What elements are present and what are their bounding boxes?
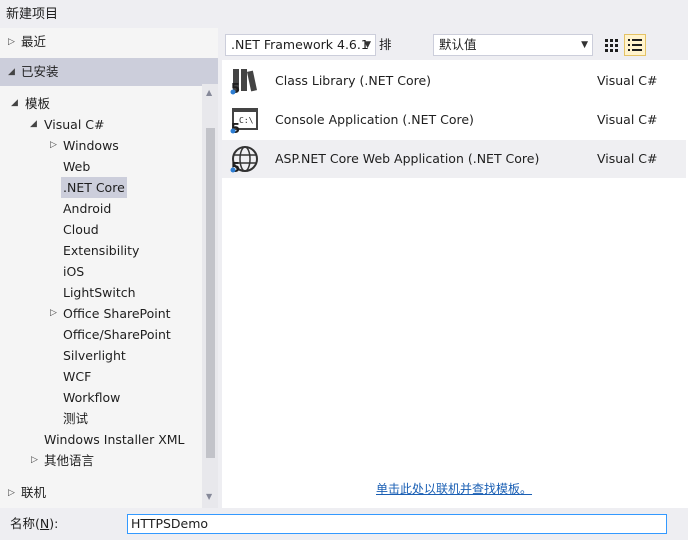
web-app-globe-icon: 5 — [230, 146, 258, 173]
collapse-arrow-icon: ◢ — [11, 98, 18, 108]
tree-item-android[interactable]: Android — [63, 198, 111, 219]
grid-view-button[interactable] — [600, 34, 622, 56]
template-tree: ◢ 模板 ◢ Visual C# ▷ Windows Web .NET Core… — [0, 88, 202, 506]
sort-value: 默认值 — [439, 37, 477, 52]
list-view-icon — [628, 39, 642, 51]
expand-arrow-icon: ▷ — [8, 37, 15, 47]
chevron-down-icon: ▼ — [364, 40, 371, 50]
tree-label: Windows — [63, 138, 119, 153]
framework-value: .NET Framework 4.6.1 — [231, 37, 369, 52]
tree-item-workflow[interactable]: Workflow — [63, 387, 120, 408]
framework-dropdown[interactable]: .NET Framework 4.6.1 ▼ — [225, 34, 376, 56]
scroll-up-icon[interactable]: ▲ — [206, 88, 212, 97]
tree-item-cloud[interactable]: Cloud — [63, 219, 99, 240]
collapse-arrow-icon: ◢ — [8, 67, 15, 77]
template-name: Class Library (.NET Core) — [275, 73, 432, 88]
template-language: Visual C# — [597, 112, 658, 127]
left-pane: ▷ 最近 ◢ 已安装 ◢ 模板 ◢ Visual C# ▷ Windows We… — [0, 28, 218, 508]
tree-item-web[interactable]: Web — [63, 156, 90, 177]
online-templates-link[interactable]: 单击此处以联机并查找模板。 — [376, 480, 532, 497]
tree-scrollbar[interactable]: ▲ ▼ — [202, 84, 218, 508]
name-mnemonic: N — [39, 516, 50, 531]
installed-section[interactable]: ◢ 已安装 — [0, 58, 218, 86]
chevron-down-icon: ▼ — [581, 40, 588, 50]
tree-label: 其他语言 — [44, 453, 95, 468]
scrollbar-thumb[interactable] — [206, 128, 215, 458]
template-item-console-app[interactable]: C:\ 5 Console Application (.NET Core) Vi… — [222, 101, 686, 139]
grid-view-icon — [605, 39, 618, 52]
tree-item-extensibility[interactable]: Extensibility — [63, 240, 139, 261]
tree-item-office-slash-sharepoint[interactable]: Office/SharePoint — [63, 324, 171, 345]
tree-item-silverlight[interactable]: Silverlight — [63, 345, 126, 366]
tree-item-wcf[interactable]: WCF — [63, 366, 91, 387]
tree-label: 模板 — [25, 96, 51, 111]
name-label-text: 名称 — [10, 516, 36, 531]
template-item-aspnet-core-web-app[interactable]: 5 ASP.NET Core Web Application (.NET Cor… — [222, 140, 686, 178]
expand-arrow-icon: ▷ — [8, 488, 15, 498]
class-library-icon: 5 — [230, 69, 258, 95]
online-label: 联机 — [21, 485, 47, 500]
tree-item-net-core[interactable]: .NET Core — [61, 177, 127, 198]
tree-label: Visual C# — [44, 117, 105, 132]
tree-item-test[interactable]: 测试 — [63, 408, 88, 429]
template-item-class-library[interactable]: 5 Class Library (.NET Core) Visual C# — [222, 62, 686, 100]
expand-arrow-icon: ▷ — [31, 455, 38, 465]
template-language: Visual C# — [597, 73, 658, 88]
list-view-button[interactable] — [624, 34, 646, 56]
installed-label: 已安装 — [21, 64, 59, 79]
online-section[interactable]: ▷ 联机 — [0, 479, 218, 507]
console-app-icon: C:\ 5 — [230, 108, 258, 134]
expand-arrow-icon: ▷ — [50, 140, 57, 150]
project-name-input[interactable]: HTTPSDemo — [127, 514, 667, 534]
collapse-arrow-icon: ◢ — [30, 119, 37, 129]
dialog-title: 新建项目 — [6, 7, 59, 22]
tree-label: Office SharePoint — [63, 306, 171, 321]
template-name: Console Application (.NET Core) — [275, 112, 474, 127]
name-bar: 名称(N): HTTPSDemo — [0, 508, 688, 540]
recent-label: 最近 — [21, 34, 47, 49]
template-name: ASP.NET Core Web Application (.NET Core) — [275, 151, 540, 166]
template-list: 5 Class Library (.NET Core) Visual C# C:… — [222, 60, 688, 508]
tree-item-windows-installer-xml[interactable]: Windows Installer XML — [44, 429, 185, 450]
sort-dropdown[interactable]: 默认值 ▼ — [433, 34, 593, 56]
svg-text:C:\: C:\ — [239, 116, 254, 125]
expand-arrow-icon: ▷ — [50, 308, 57, 318]
recent-section[interactable]: ▷ 最近 — [0, 28, 218, 56]
name-label: 名称(N): — [10, 516, 59, 531]
tree-item-lightswitch[interactable]: LightSwitch — [63, 282, 136, 303]
tree-item-ios[interactable]: iOS — [63, 261, 84, 282]
template-language: Visual C# — [597, 151, 658, 166]
